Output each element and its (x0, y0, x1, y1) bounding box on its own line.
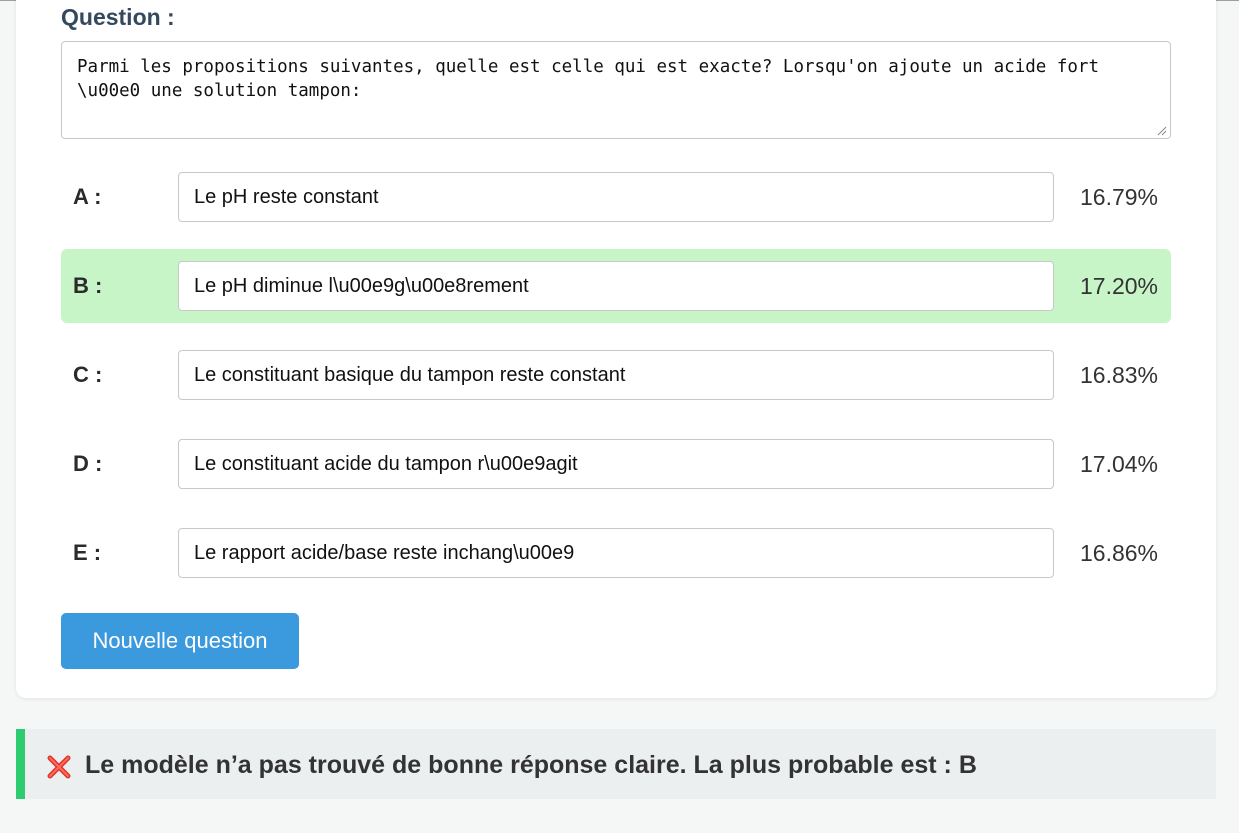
question-label: Question : (61, 4, 175, 30)
option-row-a: A : 16.79% (61, 160, 1171, 234)
option-percent: 16.79% (1079, 184, 1158, 210)
option-letter: D : (73, 451, 103, 476)
option-c-input[interactable] (178, 350, 1054, 400)
new-question-button[interactable]: Nouvelle question (61, 613, 299, 669)
question-textarea[interactable]: Parmi les propositions suivantes, quelle… (61, 41, 1171, 139)
option-letter: B : (73, 273, 103, 298)
option-letter: C : (73, 362, 103, 387)
resize-handle-icon[interactable] (1155, 124, 1167, 136)
option-a-input[interactable] (178, 172, 1054, 222)
option-e-input[interactable] (178, 528, 1054, 578)
result-banner: Le modèle n’a pas trouvé de bonne répons… (16, 729, 1216, 799)
cross-mark-icon (47, 755, 71, 779)
option-row-d: D : 17.04% (61, 427, 1171, 501)
option-b-input[interactable] (178, 261, 1054, 311)
option-percent: 16.86% (1079, 540, 1158, 566)
option-row-c: C : 16.83% (61, 338, 1171, 412)
option-letter: A : (73, 184, 102, 209)
option-letter: E : (73, 540, 102, 565)
option-row-b: B : 17.20% (61, 249, 1171, 323)
option-percent: 17.04% (1079, 451, 1158, 477)
option-percent: 17.20% (1079, 273, 1158, 299)
result-message: Le modèle n’a pas trouvé de bonne répons… (85, 751, 977, 779)
option-d-input[interactable] (178, 439, 1054, 489)
option-percent: 16.83% (1079, 362, 1158, 388)
option-row-e: E : 16.86% (61, 516, 1171, 590)
